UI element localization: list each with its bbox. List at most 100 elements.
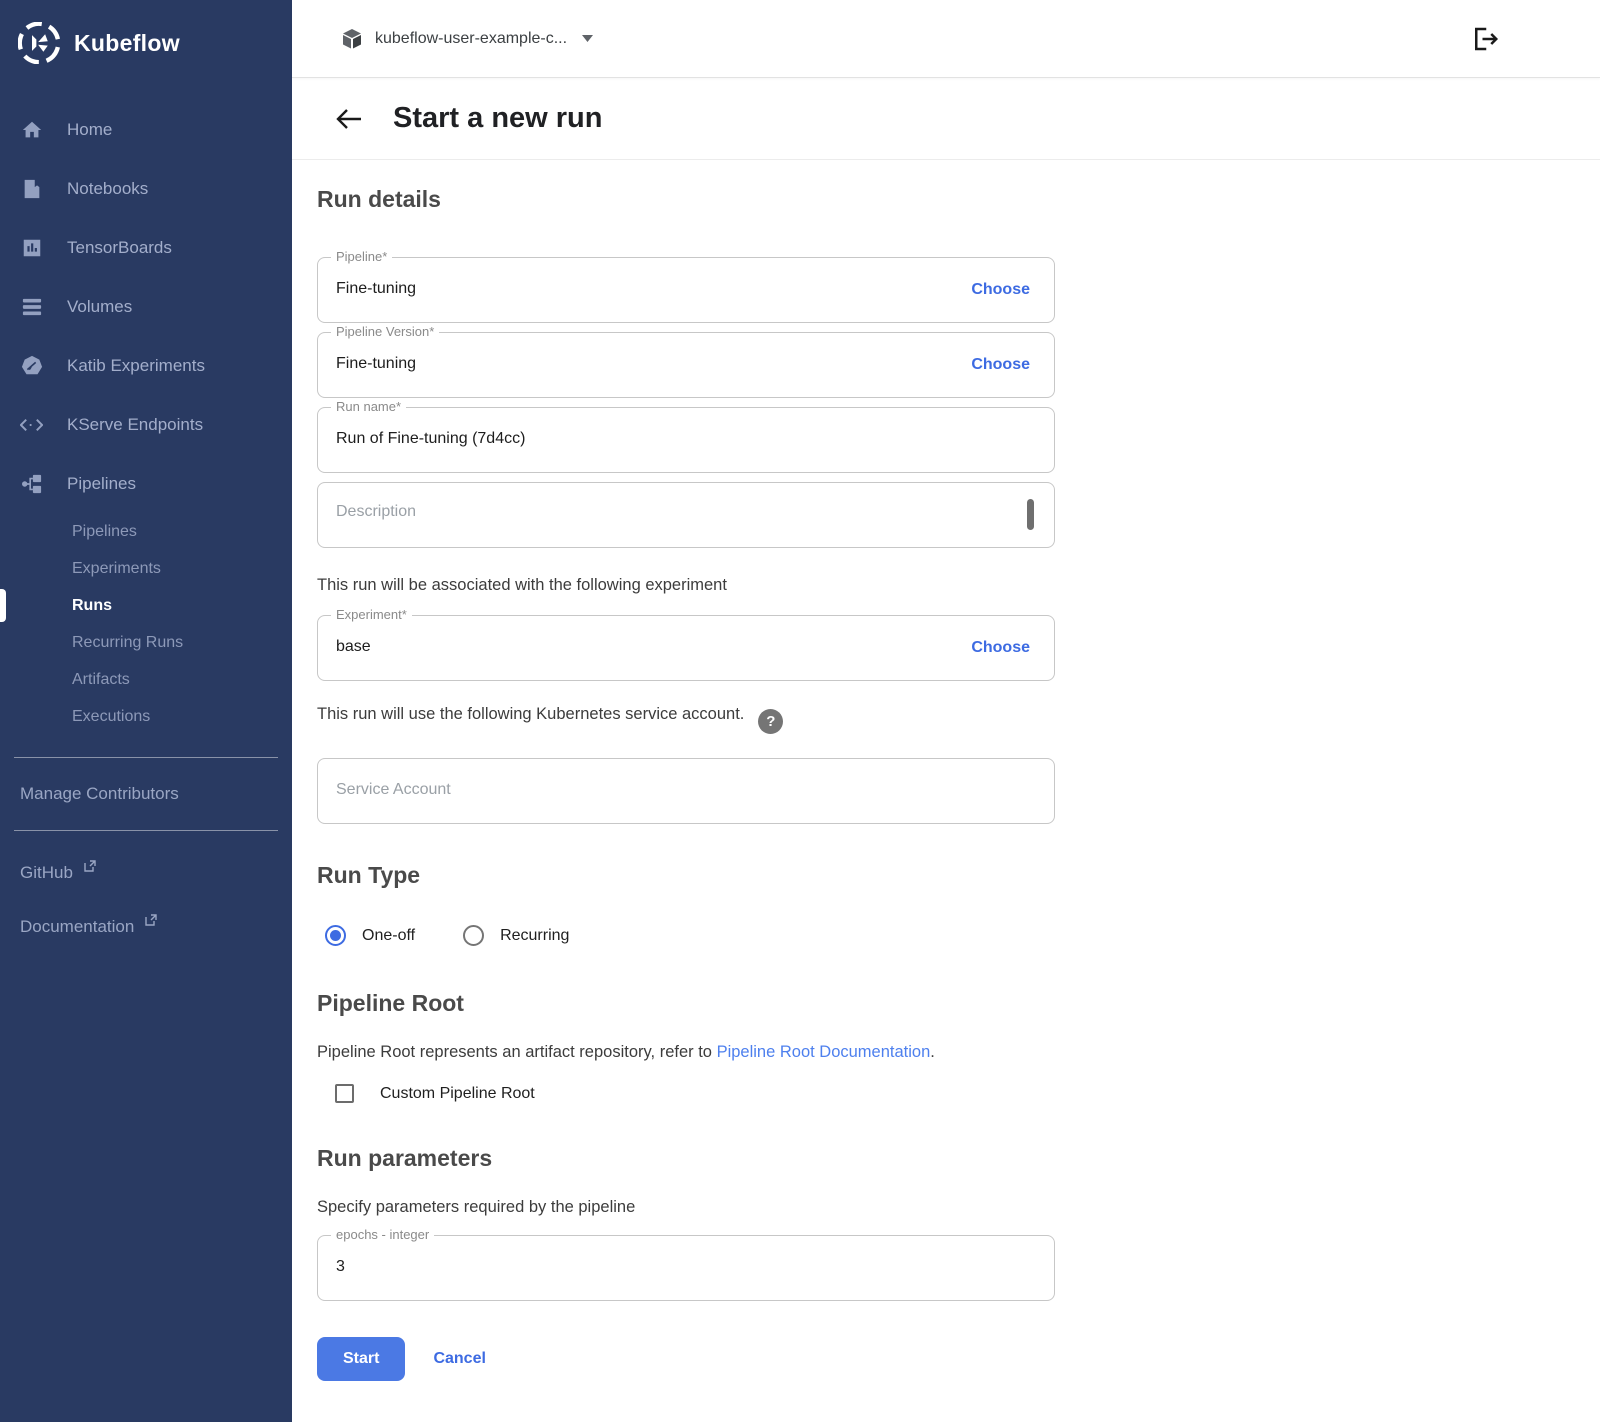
kubeflow-logo-icon (18, 22, 60, 64)
volumes-icon (20, 295, 43, 318)
subnav-item-executions[interactable]: Executions (0, 698, 292, 735)
subnav-label: Experiments (72, 560, 161, 578)
pipeline-version-input[interactable] (318, 333, 908, 373)
sidebar-item-notebooks[interactable]: Notebooks (0, 159, 292, 218)
pipeline-root-doc-link[interactable]: Pipeline Root Documentation (717, 1043, 931, 1061)
subnav-label: Recurring Runs (72, 634, 183, 652)
external-link-icon (145, 914, 157, 926)
sidebar: Kubeflow Home Notebooks TensorBoards (0, 0, 292, 1422)
run-name-input[interactable] (318, 408, 908, 448)
experiment-field: Experiment* Choose (317, 615, 1055, 681)
sidebar-item-label: Pipelines (67, 474, 136, 494)
sidebar-item-pipelines[interactable]: Pipelines (0, 454, 292, 513)
code-arrows-icon (20, 413, 43, 436)
kubeflow-logo[interactable]: Kubeflow (0, 0, 292, 78)
subnav-item-pipelines[interactable]: Pipelines (0, 513, 292, 550)
sidebar-item-label: Volumes (67, 297, 132, 317)
radio-unselected-icon (463, 925, 484, 946)
documentation-link[interactable]: Documentation (0, 883, 292, 937)
katib-icon (20, 354, 43, 377)
page-header: Start a new run (292, 78, 1600, 160)
sidebar-item-label: KServe Endpoints (67, 415, 203, 435)
external-link-icon (84, 860, 96, 872)
service-account-note-text: This run will use the following Kubernet… (317, 705, 744, 723)
pipeline-field: Pipeline* Choose (317, 257, 1055, 323)
service-account-input[interactable] (318, 759, 908, 799)
subnav-item-artifacts[interactable]: Artifacts (0, 661, 292, 698)
sidebar-item-label: Notebooks (67, 179, 148, 199)
run-type-heading: Run Type (317, 862, 1055, 889)
back-button[interactable] (335, 107, 363, 131)
sidebar-item-label: Home (67, 120, 112, 140)
subnav-item-runs[interactable]: Runs (0, 587, 292, 624)
logout-button[interactable] (1470, 24, 1500, 54)
run-form: Run details Pipeline* Choose Pipeline Ve… (292, 160, 1600, 1422)
cancel-button[interactable]: Cancel (433, 1350, 485, 1368)
run-details-heading: Run details (317, 186, 1600, 213)
app-root: Kubeflow Home Notebooks TensorBoards (0, 0, 1600, 1422)
custom-pipeline-root-checkbox[interactable] (335, 1084, 354, 1103)
radio-label: Recurring (500, 927, 569, 945)
pipeline-input[interactable] (318, 258, 908, 298)
pipeline-choose-button[interactable]: Choose (971, 281, 1030, 299)
pipeline-version-field-label: Pipeline Version* (331, 324, 439, 339)
manage-contributors-link[interactable]: Manage Contributors (0, 758, 292, 804)
pipelines-subnav: Pipelines Experiments Runs Recurring Run… (0, 513, 292, 735)
subnav-item-experiments[interactable]: Experiments (0, 550, 292, 587)
run-parameters-subtext: Specify parameters required by the pipel… (317, 1198, 1055, 1217)
package-icon (340, 27, 364, 51)
custom-pipeline-root-row: Custom Pipeline Root (335, 1084, 1055, 1103)
sidebar-item-tensorboards[interactable]: TensorBoards (0, 218, 292, 277)
sidebar-item-kserve-endpoints[interactable]: KServe Endpoints (0, 395, 292, 454)
radio-recurring[interactable]: Recurring (463, 925, 569, 946)
pipeline-root-description: Pipeline Root represents an artifact rep… (317, 1043, 1055, 1062)
subnav-item-recurring-runs[interactable]: Recurring Runs (0, 624, 292, 661)
experiment-field-label: Experiment* (331, 607, 412, 622)
service-account-note: This run will use the following Kubernet… (317, 705, 1055, 734)
pipeline-version-choose-button[interactable]: Choose (971, 356, 1030, 374)
epochs-field-label: epochs - integer (331, 1227, 434, 1242)
page-title: Start a new run (393, 102, 603, 135)
logout-icon (1470, 24, 1500, 54)
home-icon (20, 118, 43, 141)
description-input[interactable] (318, 483, 1008, 543)
documentation-link-label: Documentation (20, 917, 134, 936)
epochs-field: epochs - integer (317, 1235, 1055, 1301)
subnav-label: Executions (72, 708, 150, 726)
experiment-note: This run will be associated with the fol… (317, 576, 1055, 595)
github-link[interactable]: GitHub (0, 831, 292, 883)
subnav-label: Pipelines (72, 523, 137, 541)
main-area: kubeflow-user-example-c... Start a new r… (292, 0, 1600, 1422)
sidebar-nav: Home Notebooks TensorBoards Volumes (0, 100, 292, 735)
pipeline-root-text-after: . (930, 1043, 935, 1061)
epochs-input[interactable] (318, 1236, 908, 1276)
pipeline-version-field: Pipeline Version* Choose (317, 332, 1055, 398)
sidebar-item-label: TensorBoards (67, 238, 172, 258)
github-link-label: GitHub (20, 863, 73, 882)
sidebar-item-label: Katib Experiments (67, 356, 205, 376)
experiment-choose-button[interactable]: Choose (971, 639, 1030, 657)
run-type-options: One-off Recurring (325, 925, 1055, 946)
topbar: kubeflow-user-example-c... (292, 0, 1600, 78)
sidebar-item-katib-experiments[interactable]: Katib Experiments (0, 336, 292, 395)
textarea-resize-handle[interactable] (1027, 499, 1034, 530)
namespace-selector[interactable]: kubeflow-user-example-c... (340, 27, 593, 51)
sidebar-item-home[interactable]: Home (0, 100, 292, 159)
description-field (317, 482, 1055, 548)
logo-wordmark: Kubeflow (74, 30, 180, 57)
pipeline-root-text: Pipeline Root represents an artifact rep… (317, 1043, 717, 1061)
start-button[interactable]: Start (317, 1337, 405, 1381)
radio-selected-icon (325, 925, 346, 946)
namespace-label: kubeflow-user-example-c... (375, 30, 567, 48)
pipeline-field-label: Pipeline* (331, 249, 392, 264)
back-arrow-icon (335, 107, 363, 131)
custom-pipeline-root-label: Custom Pipeline Root (380, 1085, 535, 1103)
run-parameters-heading: Run parameters (317, 1145, 1055, 1172)
help-icon[interactable]: ? (758, 709, 783, 734)
run-name-field-label: Run name* (331, 399, 406, 414)
notebook-icon (20, 177, 43, 200)
radio-one-off[interactable]: One-off (325, 925, 415, 946)
sidebar-item-volumes[interactable]: Volumes (0, 277, 292, 336)
pipeline-root-heading: Pipeline Root (317, 990, 1055, 1017)
experiment-input[interactable] (318, 616, 908, 656)
